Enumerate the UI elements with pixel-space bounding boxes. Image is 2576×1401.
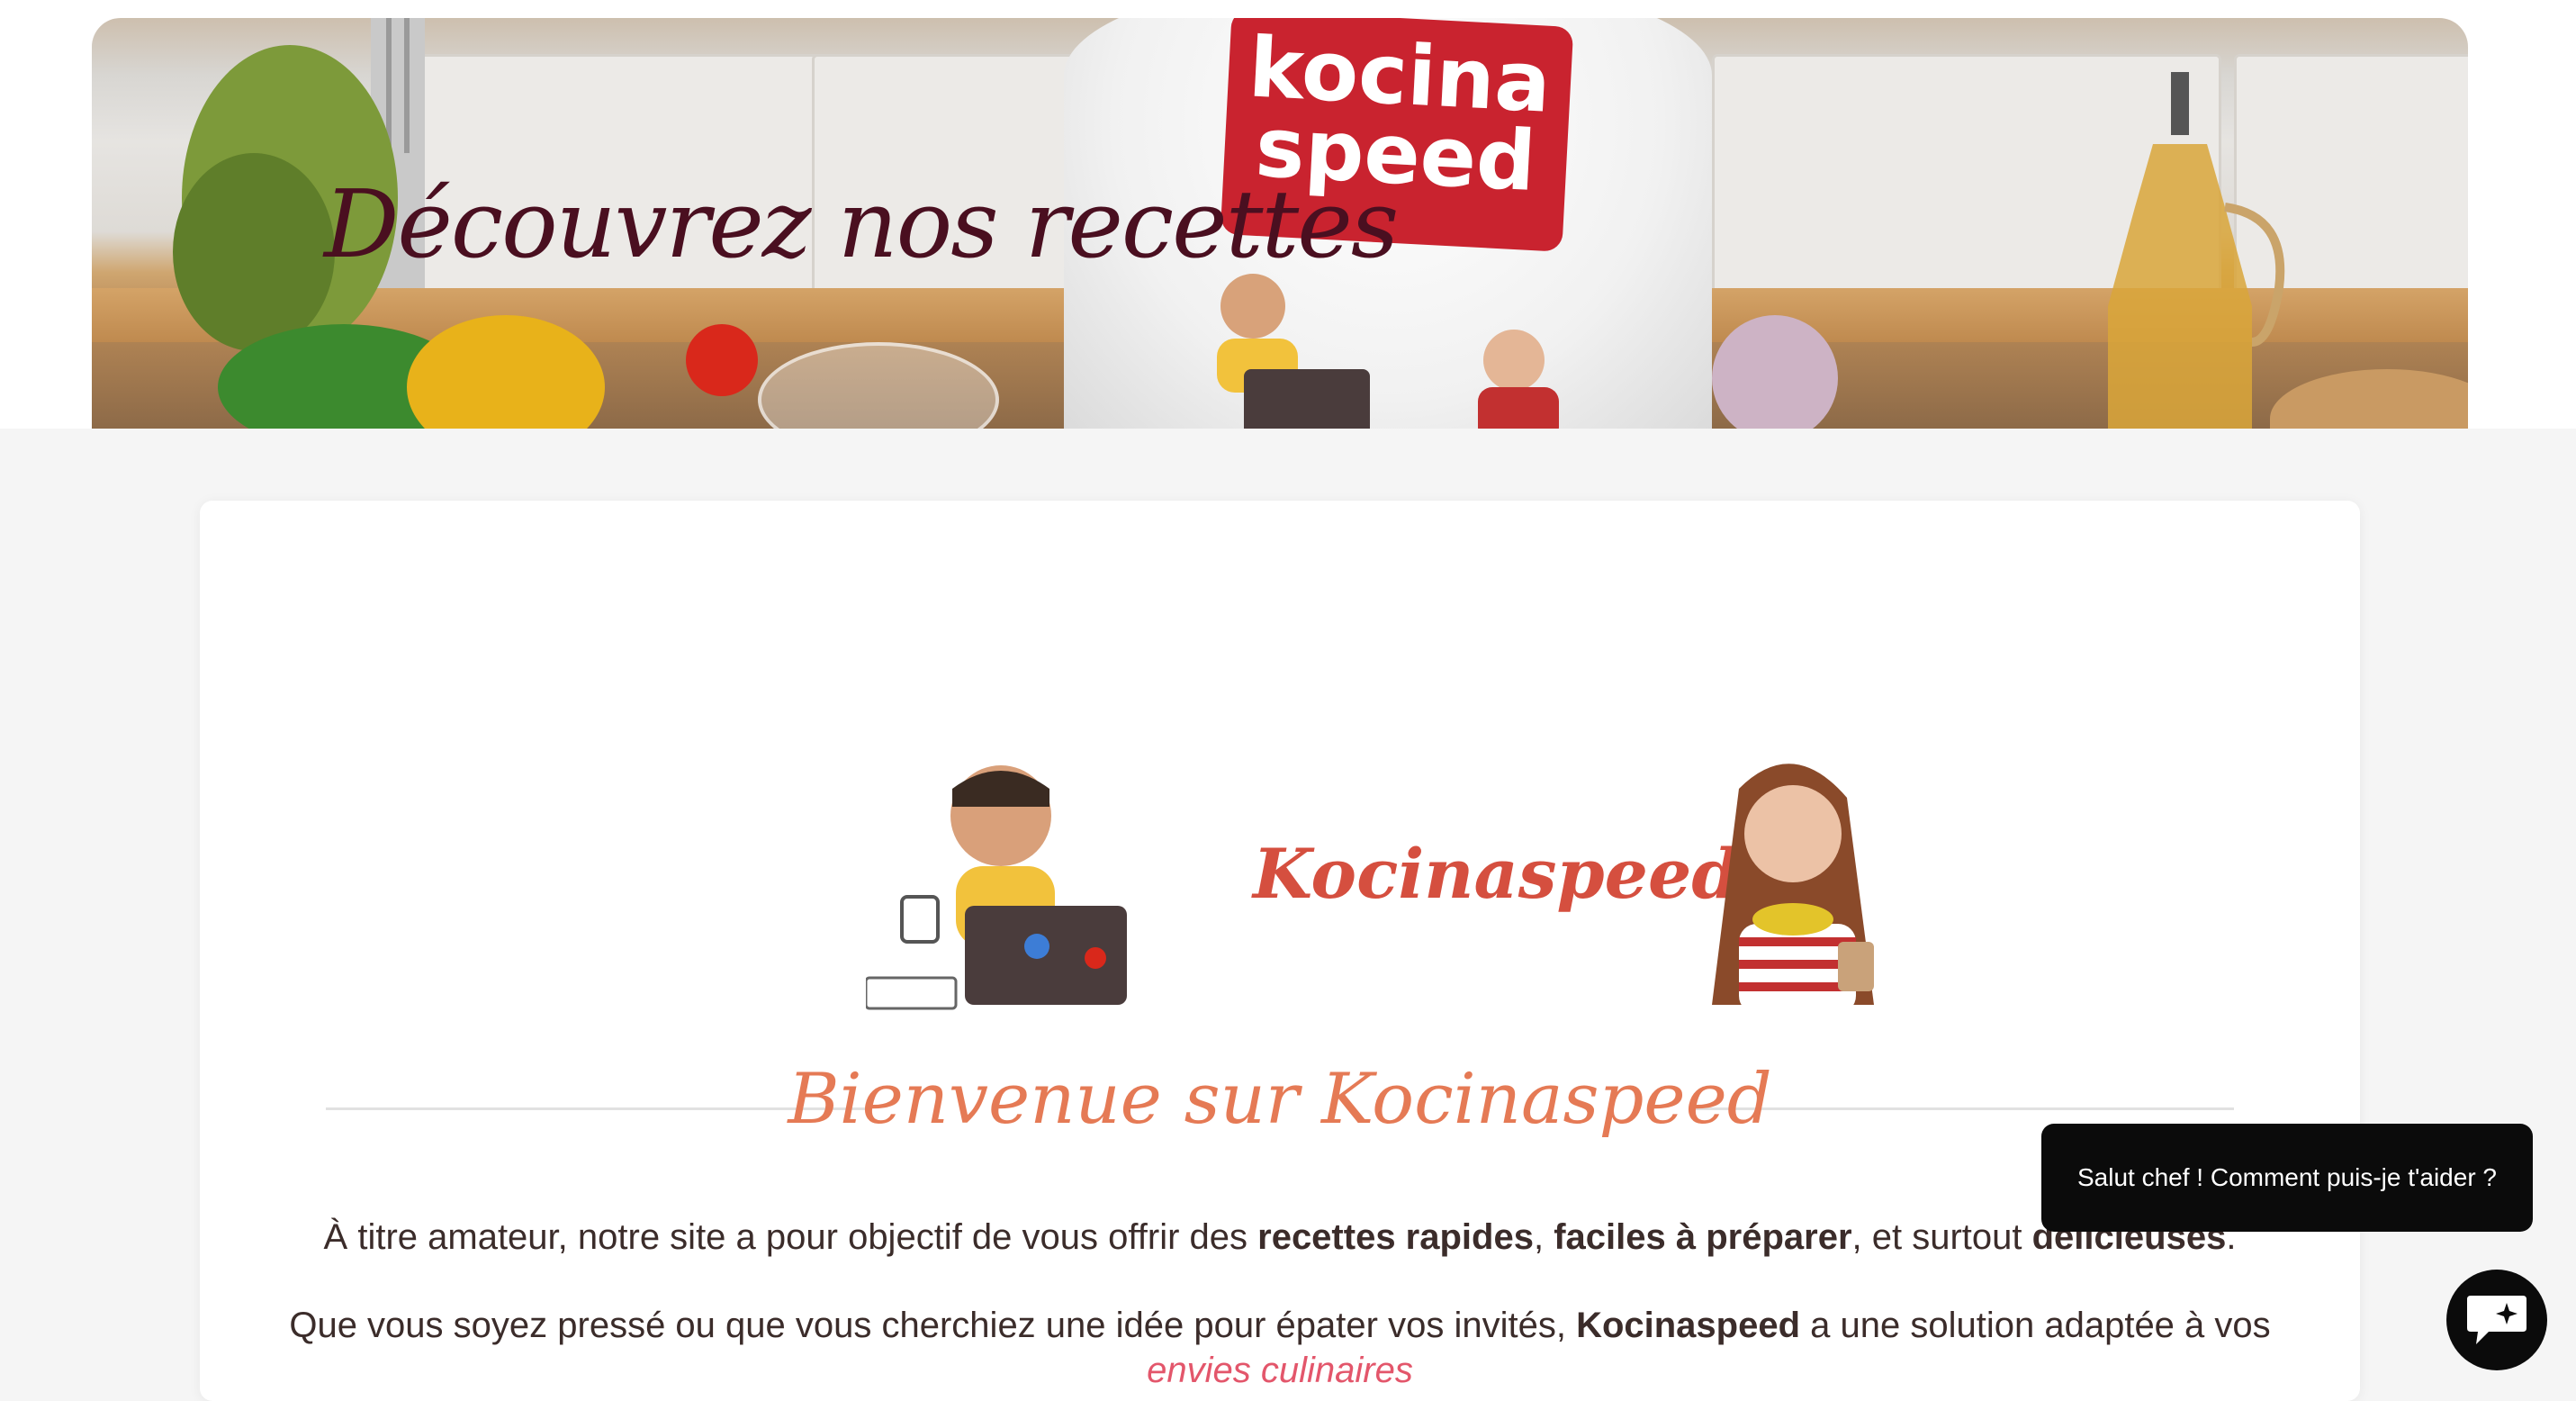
intro-text: À titre amateur, notre site a pour objec… <box>323 1217 1258 1257</box>
intro-text: Que vous soyez pressé ou que vous cherch… <box>289 1306 1577 1345</box>
hero-banner: kocina speed Découvrez nos recettes <box>92 18 2468 429</box>
intro-paragraph-2: Que vous soyez pressé ou que vous cherch… <box>200 1306 2360 1346</box>
intro-paragraph-1: À titre amateur, notre site a pour objec… <box>200 1217 2360 1258</box>
glass-bowl-illustration <box>758 342 999 429</box>
welcome-heading-row: Bienvenue sur Kocinaspeed <box>326 1059 2234 1149</box>
culinary-link[interactable]: envies culinaires <box>1147 1351 1413 1390</box>
brand-name: Kocinaspeed <box>1253 834 1740 914</box>
intro-bold: recettes rapides <box>1257 1217 1534 1257</box>
intro-bold: Kocinaspeed <box>1576 1306 1801 1345</box>
chat-open-button[interactable] <box>2446 1270 2547 1370</box>
chat-sparkle-icon <box>2467 1296 2526 1344</box>
welcome-title: Bienvenue sur Kocinaspeed <box>788 1059 1772 1140</box>
intro-text: , <box>1533 1217 1554 1257</box>
intro-bold: faciles à préparer <box>1554 1217 1852 1257</box>
chef-male-avatar <box>866 765 1127 1010</box>
oil-bottle-illustration <box>2108 72 2285 429</box>
intro-paragraph-3: envies culinaires <box>200 1351 2360 1391</box>
welcome-card: Kocinaspeed Bienvenue sur Kocinaspeed À … <box>200 501 2360 1401</box>
tomato-illustration <box>686 324 758 396</box>
chef-female-avatar <box>1712 764 1874 1014</box>
chat-greeting-bubble[interactable]: Salut chef ! Comment puis-je t'aider ? <box>2041 1124 2533 1232</box>
intro-text: , et surtout <box>1851 1217 2032 1257</box>
hero-title: Découvrez nos recettes <box>324 169 1399 279</box>
intro-text: a une solution adaptée à vos <box>1800 1306 2271 1345</box>
brand-logo: Kocinaspeed <box>866 753 1910 1014</box>
